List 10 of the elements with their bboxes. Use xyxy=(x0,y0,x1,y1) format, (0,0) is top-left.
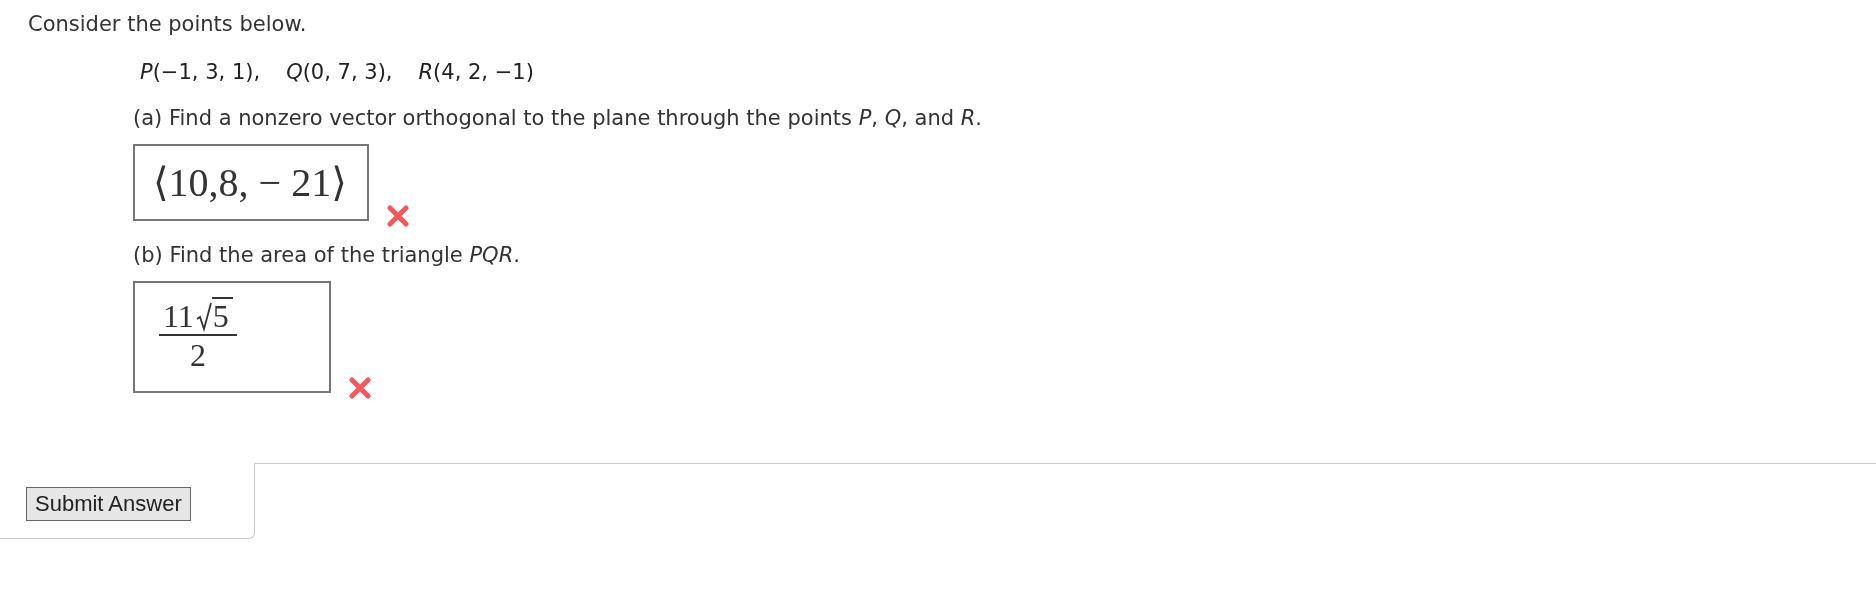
submit-button[interactable]: Submit Answer xyxy=(26,487,191,521)
answer-box[interactable]: ⟨10,8, − 21⟩ xyxy=(133,144,369,221)
intro-text: Consider the points below. xyxy=(28,12,308,36)
square-root-icon xyxy=(195,302,212,332)
question-text: (b) Find the area of the triangle PQR. xyxy=(133,243,521,267)
point-label: Q(0, 7, 3), xyxy=(286,60,393,84)
point-label: P(−1, 3, 1), xyxy=(140,60,261,84)
point-label: R(4, 2, −1) xyxy=(418,60,534,84)
answer-box[interactable]: 11 5 2 xyxy=(133,281,331,393)
question-text: (a) Find a nonzero vector orthogonal to the plane through the points P, Q, and R. xyxy=(133,106,984,130)
